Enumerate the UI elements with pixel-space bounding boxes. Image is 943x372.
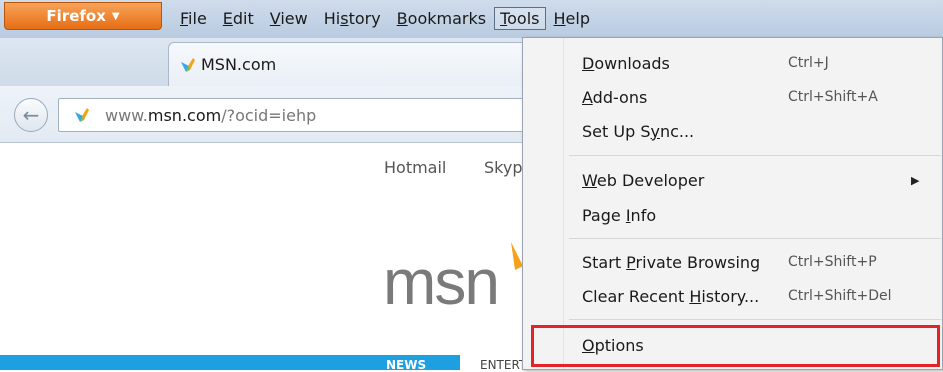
menu-separator: [569, 238, 941, 239]
menu-item-label: Set Up Sync...: [582, 121, 695, 141]
menu-separator: [569, 155, 941, 156]
menu-items: File Edit View History Bookmarks Tools H…: [172, 0, 598, 36]
msn-logo: msn: [383, 246, 500, 318]
url-host: msn.com: [147, 105, 222, 125]
menu-tools[interactable]: Tools: [494, 6, 546, 30]
tab-title: MSN.com: [201, 55, 277, 74]
menu-item-addons[interactable]: Add-ons Ctrl+Shift+A: [523, 80, 942, 114]
menu-separator: [569, 319, 941, 320]
submenu-arrow-icon: ▶: [911, 173, 920, 187]
url-prefix: www.: [105, 105, 148, 125]
menu-item-private-browsing[interactable]: Start Private Browsing Ctrl+Shift+P: [523, 245, 942, 279]
menu-item-downloads[interactable]: Downloads Ctrl+J: [523, 46, 942, 80]
hotmail-link[interactable]: Hotmail: [384, 158, 446, 177]
tools-menu-dropdown: Downloads Ctrl+J Add-ons Ctrl+Shift+A Se…: [522, 37, 943, 370]
shortcut-label: Ctrl+Shift+P: [788, 254, 877, 270]
shortcut-label: Ctrl+Shift+A: [788, 89, 878, 105]
shortcut-label: Ctrl+Shift+Del: [788, 288, 892, 304]
menu-item-sync[interactable]: Set Up Sync...: [523, 114, 942, 148]
menu-item-web-developer[interactable]: Web Developer ▶: [523, 163, 942, 197]
tab-msn[interactable]: MSN.com: [168, 42, 568, 86]
menu-view[interactable]: View: [262, 6, 316, 31]
chevron-down-icon: ▼: [111, 10, 120, 22]
menu-item-label: Downloads: [582, 53, 670, 73]
menu-item-label: Page Info: [582, 205, 657, 225]
menu-item-label: Add-ons: [582, 87, 648, 107]
msn-favicon-icon: [181, 58, 195, 72]
menu-item-label: Clear Recent History...: [582, 286, 760, 306]
menu-item-label: Start Private Browsing: [582, 252, 761, 272]
menu-bar: Firefox ▼ File Edit View History Bookmar…: [0, 0, 943, 38]
url-path: /?ocid=iehp: [221, 105, 317, 125]
menu-item-label: Web Developer: [582, 170, 705, 190]
menu-history[interactable]: History: [316, 6, 389, 31]
back-arrow-icon: ←: [22, 103, 40, 127]
menu-bookmarks[interactable]: Bookmarks: [389, 6, 494, 31]
firefox-menu-button[interactable]: Firefox ▼: [4, 2, 162, 30]
back-button[interactable]: ←: [14, 98, 48, 132]
menu-edit[interactable]: Edit: [215, 6, 262, 31]
firefox-button-label: Firefox: [46, 7, 106, 25]
menu-item-page-info[interactable]: Page Info: [523, 198, 942, 232]
msn-favicon-icon: [75, 108, 89, 122]
shortcut-label: Ctrl+J: [788, 55, 829, 71]
menu-help[interactable]: Help: [546, 6, 598, 31]
skype-link[interactable]: Skyp: [484, 158, 522, 177]
menu-file[interactable]: File: [172, 6, 215, 31]
menu-item-clear-history[interactable]: Clear Recent History... Ctrl+Shift+Del: [523, 279, 942, 313]
options-highlight-box: [531, 325, 940, 367]
